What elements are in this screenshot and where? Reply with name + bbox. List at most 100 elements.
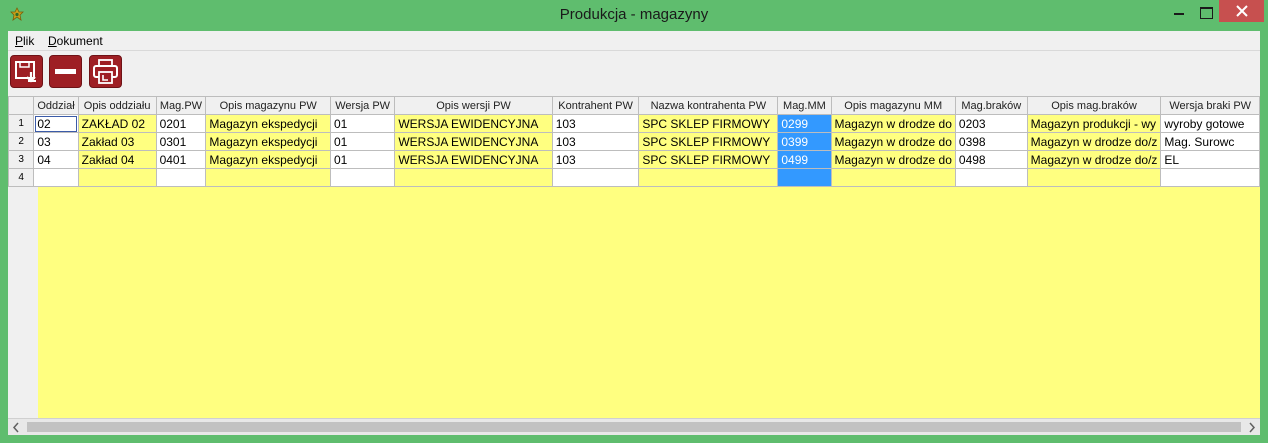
cell[interactable] xyxy=(33,168,79,187)
cell[interactable]: ZAKŁAD 02 xyxy=(77,114,157,133)
column-header[interactable]: Wersja braki PW xyxy=(1160,96,1260,115)
cell[interactable]: 0299 xyxy=(777,114,832,133)
table-row[interactable]: 4 xyxy=(8,168,1260,187)
cell[interactable]: 03 xyxy=(33,132,79,151)
column-header[interactable]: Kontrahent PW xyxy=(551,96,640,115)
cell[interactable]: 0203 xyxy=(954,114,1028,133)
cell[interactable]: wyroby gotowe xyxy=(1160,114,1260,133)
cell[interactable]: 0201 xyxy=(155,114,207,133)
window-title: Produkcja - magazyny xyxy=(559,6,709,23)
cell[interactable]: 0499 xyxy=(777,150,832,169)
scroll-left-button[interactable] xyxy=(8,419,25,436)
column-header[interactable]: Wersja PW xyxy=(329,96,396,115)
menu-plik[interactable]: Plik xyxy=(15,34,34,48)
cell[interactable]: 01 xyxy=(329,132,396,151)
cell[interactable]: Mag. Surowc xyxy=(1160,132,1260,151)
cell[interactable]: 04 xyxy=(33,150,79,169)
column-header[interactable]: Opis mag.braków xyxy=(1026,96,1162,115)
minus-icon xyxy=(55,69,76,74)
column-header[interactable]: Opis oddziału xyxy=(77,96,157,115)
table-row[interactable]: 1 02 ZAKŁAD 02 0201 Magazyn ekspedycji 0… xyxy=(8,114,1260,133)
cell[interactable]: 0399 xyxy=(777,132,832,151)
cell[interactable]: Magazyn w drodze do xyxy=(830,132,956,151)
chevron-right-icon xyxy=(1249,422,1256,433)
toolbar xyxy=(8,52,1260,92)
chevron-left-icon xyxy=(12,422,19,433)
row-number[interactable]: 2 xyxy=(8,132,35,151)
data-grid[interactable]: Oddział Opis oddziału Mag.PW Opis magazy… xyxy=(8,96,1260,418)
title-bar[interactable]: Produkcja - magazyny xyxy=(0,0,1268,31)
cell[interactable]: 103 xyxy=(551,114,640,133)
cell[interactable] xyxy=(830,168,956,187)
menu-bar: Plik Dokument xyxy=(8,31,1260,51)
column-header[interactable]: Oddział xyxy=(33,96,79,115)
table-row[interactable]: 2 03 Zakład 03 0301 Magazyn ekspedycji 0… xyxy=(8,132,1260,151)
minimize-button[interactable] xyxy=(1165,0,1192,22)
cell[interactable]: 103 xyxy=(551,150,640,169)
application-window: Produkcja - magazyny Plik Dokument Oddzi… xyxy=(0,0,1268,443)
cell[interactable] xyxy=(551,168,640,187)
cell[interactable]: 02 xyxy=(33,114,79,133)
cell[interactable] xyxy=(1160,168,1260,187)
table-row[interactable]: 3 04 Zakład 04 0401 Magazyn ekspedycji 0… xyxy=(8,150,1260,169)
cell[interactable]: Zakład 03 xyxy=(77,132,157,151)
cell[interactable]: WERSJA EWIDENCYJNA xyxy=(394,114,553,133)
cell[interactable]: WERSJA EWIDENCYJNA xyxy=(394,132,553,151)
cell[interactable]: 103 xyxy=(551,132,640,151)
print-button[interactable] xyxy=(89,55,122,88)
column-header[interactable]: Opis wersji PW xyxy=(394,96,553,115)
cell[interactable]: 01 xyxy=(329,150,396,169)
column-header[interactable]: Opis magazynu MM xyxy=(830,96,956,115)
cell[interactable]: 01 xyxy=(329,114,396,133)
cell[interactable]: SPC SKLEP FIRMOWY xyxy=(638,114,779,133)
column-header[interactable]: Mag.braków xyxy=(954,96,1028,115)
cell[interactable] xyxy=(1026,168,1162,187)
cell[interactable]: Magazyn produkcji - wy xyxy=(1026,114,1162,133)
cell[interactable]: Magazyn ekspedycji xyxy=(205,114,331,133)
maximize-button[interactable] xyxy=(1192,0,1219,22)
horizontal-scrollbar[interactable] xyxy=(8,418,1260,435)
cell[interactable]: Zakład 04 xyxy=(77,150,157,169)
cell[interactable] xyxy=(155,168,207,187)
cell[interactable]: SPC SKLEP FIRMOWY xyxy=(638,132,779,151)
save-button[interactable] xyxy=(10,55,43,88)
cell[interactable]: Magazyn w drodze do/z xyxy=(1026,150,1162,169)
cell[interactable] xyxy=(394,168,553,187)
cell[interactable] xyxy=(329,168,396,187)
cell[interactable]: Magazyn w drodze do xyxy=(830,114,956,133)
column-header[interactable]: Nazwa kontrahenta PW xyxy=(638,96,779,115)
cell[interactable] xyxy=(77,168,157,187)
cell[interactable]: Magazyn w drodze do/z xyxy=(1026,132,1162,151)
close-icon xyxy=(1236,5,1248,17)
column-header[interactable]: Opis magazynu PW xyxy=(205,96,331,115)
print-icon xyxy=(93,59,118,84)
scroll-thumb[interactable] xyxy=(27,422,1241,432)
close-button[interactable] xyxy=(1219,0,1264,22)
column-header[interactable]: Mag.MM xyxy=(777,96,832,115)
cell[interactable]: 0498 xyxy=(954,150,1028,169)
cell[interactable]: EL xyxy=(1160,150,1260,169)
cell[interactable] xyxy=(205,168,331,187)
cell[interactable]: WERSJA EWIDENCYJNA xyxy=(394,150,553,169)
cell[interactable]: Magazyn ekspedycji xyxy=(205,150,331,169)
scroll-right-button[interactable] xyxy=(1243,419,1260,436)
row-number[interactable]: 1 xyxy=(8,114,35,133)
cell[interactable]: Magazyn ekspedycji xyxy=(205,132,331,151)
cell[interactable]: SPC SKLEP FIRMOWY xyxy=(638,150,779,169)
cell[interactable] xyxy=(954,168,1028,187)
cell[interactable]: Magazyn w drodze do xyxy=(830,150,956,169)
row-number[interactable]: 4 xyxy=(8,168,35,187)
client-area: Plik Dokument Oddział Opis oddziału Mag.… xyxy=(8,31,1260,435)
menu-dokument[interactable]: Dokument xyxy=(48,34,103,48)
cell[interactable]: 0398 xyxy=(954,132,1028,151)
cell[interactable]: 0401 xyxy=(155,150,207,169)
warehouse-table: Oddział Opis oddziału Mag.PW Opis magazy… xyxy=(8,96,1260,187)
cell[interactable] xyxy=(638,168,779,187)
cell[interactable] xyxy=(777,168,832,187)
row-number[interactable]: 3 xyxy=(8,150,35,169)
table-header-row: Oddział Opis oddziału Mag.PW Opis magazy… xyxy=(8,96,1260,115)
corner-header[interactable] xyxy=(8,96,35,115)
delete-row-button[interactable] xyxy=(49,55,82,88)
column-header[interactable]: Mag.PW xyxy=(155,96,207,115)
cell[interactable]: 0301 xyxy=(155,132,207,151)
